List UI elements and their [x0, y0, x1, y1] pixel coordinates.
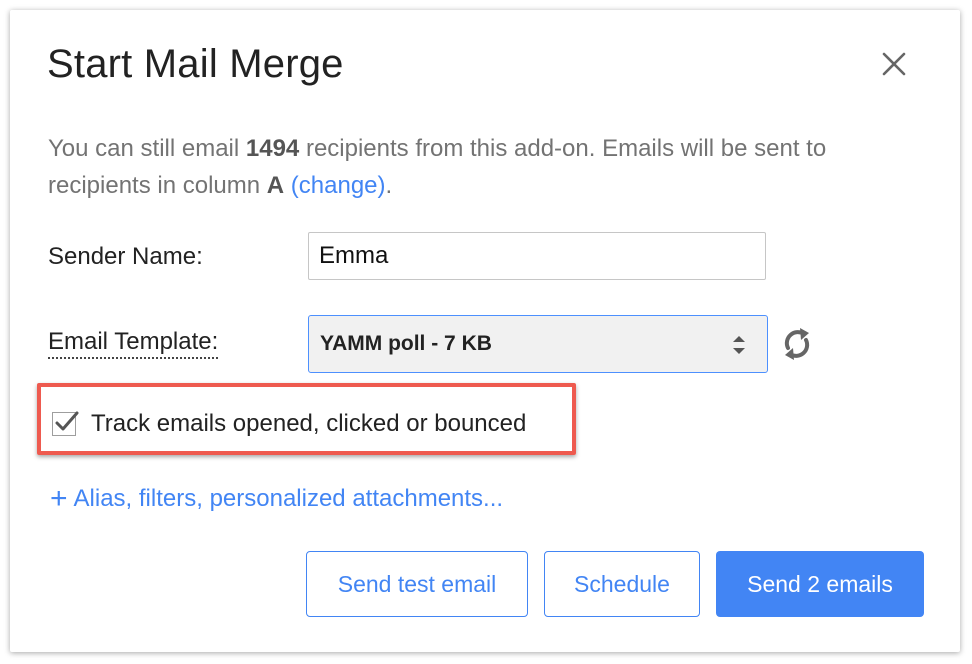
- send-emails-button[interactable]: Send 2 emails: [716, 551, 924, 617]
- refresh-icon[interactable]: [778, 320, 816, 368]
- plus-icon: +: [50, 482, 68, 515]
- email-template-label: Email Template:: [48, 328, 219, 359]
- more-options-label: Alias, filters, personalized attachments…: [73, 485, 504, 512]
- recipients-description: You can still email 1494 recipients from…: [48, 130, 918, 204]
- track-emails-checkbox[interactable]: [52, 411, 79, 436]
- selected-template: YAMM poll - 7 KB: [320, 332, 492, 355]
- remaining-count: 1494: [245, 135, 300, 162]
- desc-period: .: [385, 172, 393, 199]
- dialog-title: Start Mail Merge: [47, 42, 344, 86]
- recipient-column: A: [266, 172, 285, 199]
- schedule-button[interactable]: Schedule: [544, 551, 700, 617]
- change-column-link[interactable]: (change): [291, 172, 386, 199]
- sender-name-input[interactable]: [308, 232, 766, 280]
- more-options-link[interactable]: + Alias, filters, personalized attachment…: [50, 480, 504, 515]
- mail-merge-dialog: Start Mail Merge You can still email 149…: [10, 10, 960, 652]
- desc-space: [284, 172, 291, 199]
- send-test-email-button[interactable]: Send test email: [306, 551, 528, 617]
- select-arrows-icon: [731, 333, 747, 357]
- email-template-select[interactable]: YAMM poll - 7 KB: [308, 315, 768, 373]
- track-emails-label[interactable]: Track emails opened, clicked or bounced: [91, 410, 526, 438]
- sender-name-label: Sender Name:: [48, 243, 203, 270]
- checkmark-icon: [55, 411, 79, 431]
- desc-text-1: You can still email: [48, 135, 246, 162]
- close-icon[interactable]: [876, 46, 912, 82]
